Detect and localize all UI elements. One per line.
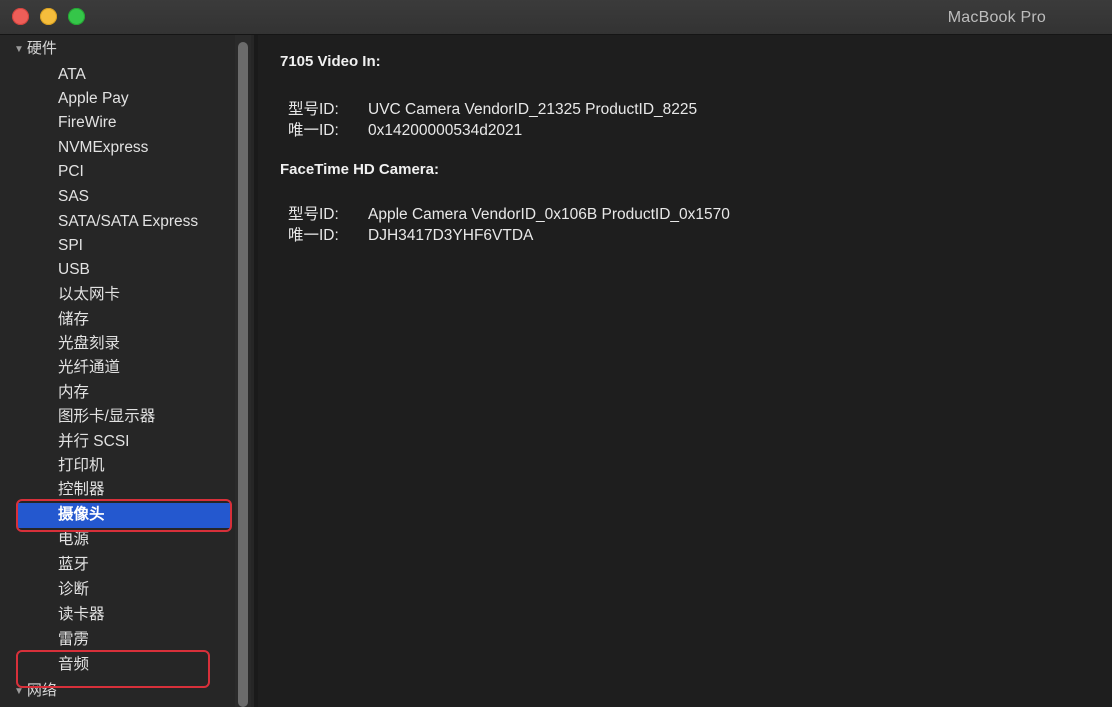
- sidebar-item-ata[interactable]: ATA: [58, 63, 86, 87]
- detail-row: 唯一ID: DJH3417D3YHF6VTDA: [288, 223, 533, 245]
- sidebar-group-label: 硬件: [26, 40, 57, 57]
- sidebar-item-ethernet[interactable]: 以太网卡: [58, 283, 120, 307]
- sidebar-item-fibre-channel[interactable]: 光纤通道: [58, 356, 120, 380]
- detail-key: 唯一ID:: [288, 122, 339, 139]
- detail-value: Apple Camera VendorID_0x106B ProductID_0…: [368, 206, 730, 223]
- window-title: MacBook Pro: [947, 9, 1046, 26]
- detail-value: DJH3417D3YHF6VTDA: [368, 227, 534, 244]
- detail-value: UVC Camera VendorID_21325 ProductID_8225: [368, 101, 698, 118]
- sidebar-item-firewire[interactable]: FireWire: [58, 111, 117, 135]
- annotation-highlight-box-camera: [16, 499, 232, 532]
- sidebar-item-disc-burning[interactable]: 光盘刻录: [58, 332, 120, 356]
- system-information-window: MacBook Pro ▼ 硬件 ATA Apple Pay FireWire N…: [0, 0, 1112, 707]
- section-title-7105-video-in: 7105 Video In:: [280, 53, 381, 70]
- sidebar-item-diagnostics[interactable]: 诊断: [58, 578, 89, 602]
- section-title-facetime-hd-camera: FaceTime HD Camera:: [280, 161, 439, 178]
- detail-key: 型号ID:: [288, 101, 339, 118]
- sidebar-item-card-reader[interactable]: 读卡器: [58, 603, 105, 627]
- sidebar-item-apple-pay[interactable]: Apple Pay: [58, 87, 129, 111]
- sidebar-item-spi[interactable]: SPI: [58, 234, 83, 258]
- detail-value: 0x14200000534d2021: [368, 122, 523, 139]
- title-bar: MacBook Pro: [0, 0, 1112, 35]
- sidebar-item-usb[interactable]: USB: [58, 258, 90, 282]
- sidebar-group-hardware[interactable]: ▼ 硬件: [14, 38, 57, 60]
- annotation-highlight-box-audio: [16, 650, 210, 688]
- sidebar-item-pci[interactable]: PCI: [58, 160, 84, 184]
- sidebar-item-sas[interactable]: SAS: [58, 185, 89, 209]
- sidebar-item-nvmexpress[interactable]: NVMExpress: [58, 136, 148, 160]
- sidebar-item-memory[interactable]: 内存: [58, 381, 89, 405]
- detail-pane: 7105 Video In: 型号ID: UVC Camera VendorID_…: [258, 35, 1112, 707]
- close-window-button[interactable]: [12, 8, 29, 25]
- disclosure-triangle-icon[interactable]: ▼: [14, 39, 24, 61]
- detail-row: 型号ID: Apple Camera VendorID_0x106B Produc…: [288, 202, 730, 224]
- sidebar-scrollbar-thumb[interactable]: [238, 42, 248, 707]
- minimize-window-button[interactable]: [40, 8, 57, 25]
- sidebar-item-storage[interactable]: 储存: [58, 308, 89, 332]
- detail-key: 唯一ID:: [288, 227, 339, 244]
- detail-row: 唯一ID: 0x14200000534d2021: [288, 118, 522, 140]
- sidebar-item-sata[interactable]: SATA/SATA Express: [58, 210, 198, 234]
- detail-row: 型号ID: UVC Camera VendorID_21325 ProductID…: [288, 97, 697, 119]
- sidebar-item-thunderbolt[interactable]: 雷雳: [58, 628, 89, 652]
- zoom-window-button[interactable]: [68, 8, 85, 25]
- sidebar-item-bluetooth[interactable]: 蓝牙: [58, 553, 89, 577]
- sidebar-item-graphics-displays[interactable]: 图形卡/显示器: [58, 405, 155, 429]
- sidebar-item-printers[interactable]: 打印机: [58, 454, 105, 478]
- detail-key: 型号ID:: [288, 206, 339, 223]
- sidebar-item-parallel-scsi[interactable]: 并行 SCSI: [58, 430, 129, 454]
